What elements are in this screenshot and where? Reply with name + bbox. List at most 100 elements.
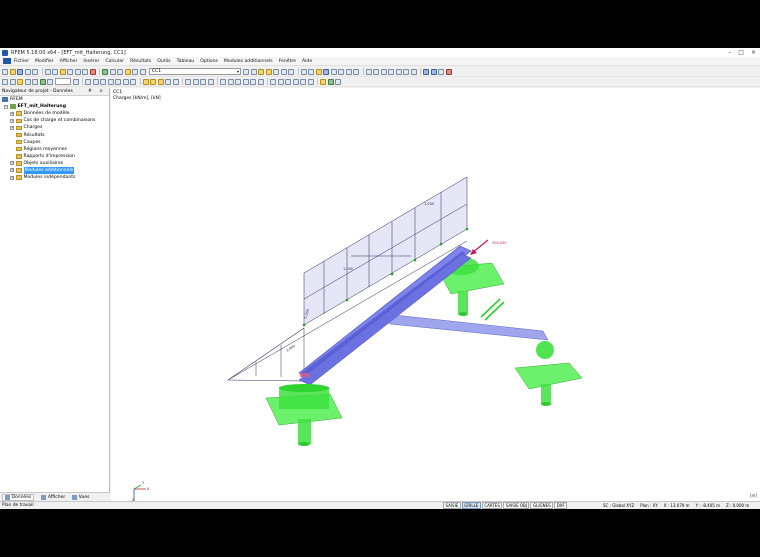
menu-modifier[interactable]: Modifier bbox=[35, 59, 54, 64]
menu-aide[interactable]: Aide bbox=[302, 59, 312, 64]
calculate-icon[interactable] bbox=[102, 68, 108, 75]
zoom-all-icon[interactable] bbox=[395, 68, 402, 75]
measure-icon[interactable] bbox=[207, 78, 214, 85]
tree-item[interactable]: + Cas de charge et combinaisons bbox=[0, 117, 109, 124]
load-surface-icon[interactable] bbox=[157, 78, 164, 85]
paste-icon[interactable] bbox=[82, 68, 88, 75]
arc-icon[interactable] bbox=[24, 78, 31, 85]
workplane-xy-icon[interactable] bbox=[235, 78, 241, 85]
load-node-icon[interactable] bbox=[150, 78, 156, 85]
expand-icon[interactable]: + bbox=[10, 161, 14, 166]
tab-vues[interactable]: Vues bbox=[72, 494, 89, 500]
line-icon[interactable] bbox=[17, 78, 23, 85]
expand-icon[interactable]: + bbox=[10, 118, 14, 123]
tree-item-selected[interactable]: + Modules additionnels bbox=[0, 166, 109, 174]
view-y-icon[interactable] bbox=[308, 68, 314, 75]
print-icon[interactable] bbox=[24, 68, 31, 75]
iso-view-icon[interactable] bbox=[365, 68, 372, 75]
light-icon[interactable] bbox=[353, 68, 359, 75]
screenshot-icon[interactable] bbox=[307, 78, 314, 85]
toggle-dxf[interactable]: DXF bbox=[554, 502, 568, 509]
result-table-icon[interactable] bbox=[273, 68, 279, 75]
maximize-button[interactable]: □ bbox=[738, 49, 744, 56]
numbering-icon[interactable] bbox=[277, 78, 284, 85]
menu-options[interactable]: Options bbox=[200, 59, 218, 64]
connect-icon[interactable] bbox=[130, 78, 136, 85]
load-icon[interactable] bbox=[124, 68, 131, 75]
visibility-icon[interactable] bbox=[285, 78, 291, 85]
new-file-icon[interactable] bbox=[2, 68, 8, 75]
coordinate-icon[interactable] bbox=[72, 78, 79, 85]
polyline-icon[interactable] bbox=[32, 78, 38, 85]
solid-model-icon[interactable] bbox=[438, 68, 444, 75]
show-results-icon[interactable] bbox=[258, 68, 264, 75]
results-icon[interactable] bbox=[109, 68, 116, 75]
delete-icon[interactable] bbox=[89, 68, 96, 75]
side-view-icon[interactable] bbox=[388, 68, 394, 75]
close-button[interactable]: × bbox=[751, 49, 756, 56]
menu-outils[interactable]: Outils bbox=[157, 59, 170, 64]
menu-calculer[interactable]: Calculer bbox=[105, 59, 124, 64]
rotate-icon[interactable] bbox=[410, 68, 417, 75]
previous-lc-icon[interactable] bbox=[243, 68, 249, 75]
section-icon[interactable] bbox=[280, 68, 287, 75]
transparent-icon[interactable] bbox=[345, 68, 352, 75]
top-view-icon[interactable] bbox=[373, 68, 379, 75]
tab-donnees[interactable]: Données bbox=[2, 493, 35, 501]
zoom-window-icon[interactable] bbox=[403, 68, 409, 75]
expand-icon[interactable]: + bbox=[10, 175, 14, 180]
render-icon[interactable] bbox=[315, 68, 322, 75]
color-icon[interactable] bbox=[300, 78, 306, 85]
tree-item[interactable]: + Données de modèle bbox=[0, 110, 109, 117]
node-icon[interactable] bbox=[9, 78, 16, 85]
pencil-icon[interactable] bbox=[59, 68, 66, 75]
next-lc-icon[interactable] bbox=[250, 68, 257, 75]
load-member-icon[interactable] bbox=[142, 78, 149, 85]
check-icon[interactable] bbox=[327, 78, 334, 85]
workplane-icon[interactable] bbox=[257, 78, 264, 85]
solid-icon[interactable] bbox=[338, 68, 344, 75]
menu-inserer[interactable]: Insérer bbox=[83, 59, 99, 64]
mirror-icon[interactable] bbox=[107, 78, 114, 85]
snap-object-icon[interactable] bbox=[227, 78, 234, 85]
tree-item[interactable]: Rapports d'impression bbox=[0, 153, 109, 160]
tree-item[interactable]: Régions moyennes bbox=[0, 146, 109, 153]
coordinate-system-select[interactable] bbox=[54, 78, 71, 85]
rotate-objects-icon[interactable] bbox=[100, 78, 106, 85]
toggle-saisie[interactable]: SAISIE bbox=[443, 502, 461, 509]
menu-fichier[interactable]: Fichier bbox=[14, 59, 29, 64]
move-icon[interactable] bbox=[85, 78, 91, 85]
member-icon[interactable] bbox=[423, 68, 429, 75]
expand-icon[interactable]: + bbox=[10, 111, 14, 116]
menu-afficher[interactable]: Afficher bbox=[60, 59, 78, 64]
model-viewport[interactable]: 1.000 1.000 5.000 500.000 3.000 X Y Z CC… bbox=[111, 88, 760, 501]
load-wizard-icon[interactable] bbox=[165, 78, 171, 85]
tree-item[interactable]: + Modules indépendants bbox=[0, 174, 109, 181]
table-icon[interactable] bbox=[117, 68, 123, 75]
display-icon[interactable] bbox=[270, 78, 276, 85]
tree-item[interactable]: + Charges bbox=[0, 124, 109, 131]
snap-grid-icon[interactable] bbox=[220, 78, 226, 85]
hinge-icon[interactable] bbox=[47, 78, 53, 85]
select-icon[interactable] bbox=[2, 78, 8, 85]
support-icon[interactable] bbox=[39, 78, 46, 85]
help-icon[interactable] bbox=[445, 68, 452, 75]
toggle-grille[interactable]: GRILLE bbox=[461, 502, 481, 509]
bulb-icon[interactable] bbox=[320, 78, 326, 85]
dimension-icon[interactable] bbox=[185, 78, 191, 85]
menu-resultats[interactable]: Résultats bbox=[130, 59, 151, 64]
menu-tableau[interactable]: Tableau bbox=[177, 59, 195, 64]
tree-root[interactable]: RFEM bbox=[0, 96, 109, 103]
copy-icon[interactable] bbox=[74, 68, 81, 75]
imperfection-icon[interactable] bbox=[172, 78, 179, 85]
workplane-yz-icon[interactable] bbox=[242, 78, 249, 85]
cut-icon[interactable] bbox=[67, 68, 73, 75]
expand-icon[interactable]: + bbox=[10, 168, 14, 173]
settings-icon[interactable] bbox=[335, 78, 341, 85]
copy-objects-icon[interactable] bbox=[92, 78, 99, 85]
toggle-glignes[interactable]: GLIGNES bbox=[530, 502, 554, 509]
guideline-icon[interactable] bbox=[200, 78, 206, 85]
open-file-icon[interactable] bbox=[9, 68, 16, 75]
scale-icon[interactable] bbox=[115, 78, 121, 85]
collapse-icon[interactable]: − bbox=[4, 104, 8, 109]
